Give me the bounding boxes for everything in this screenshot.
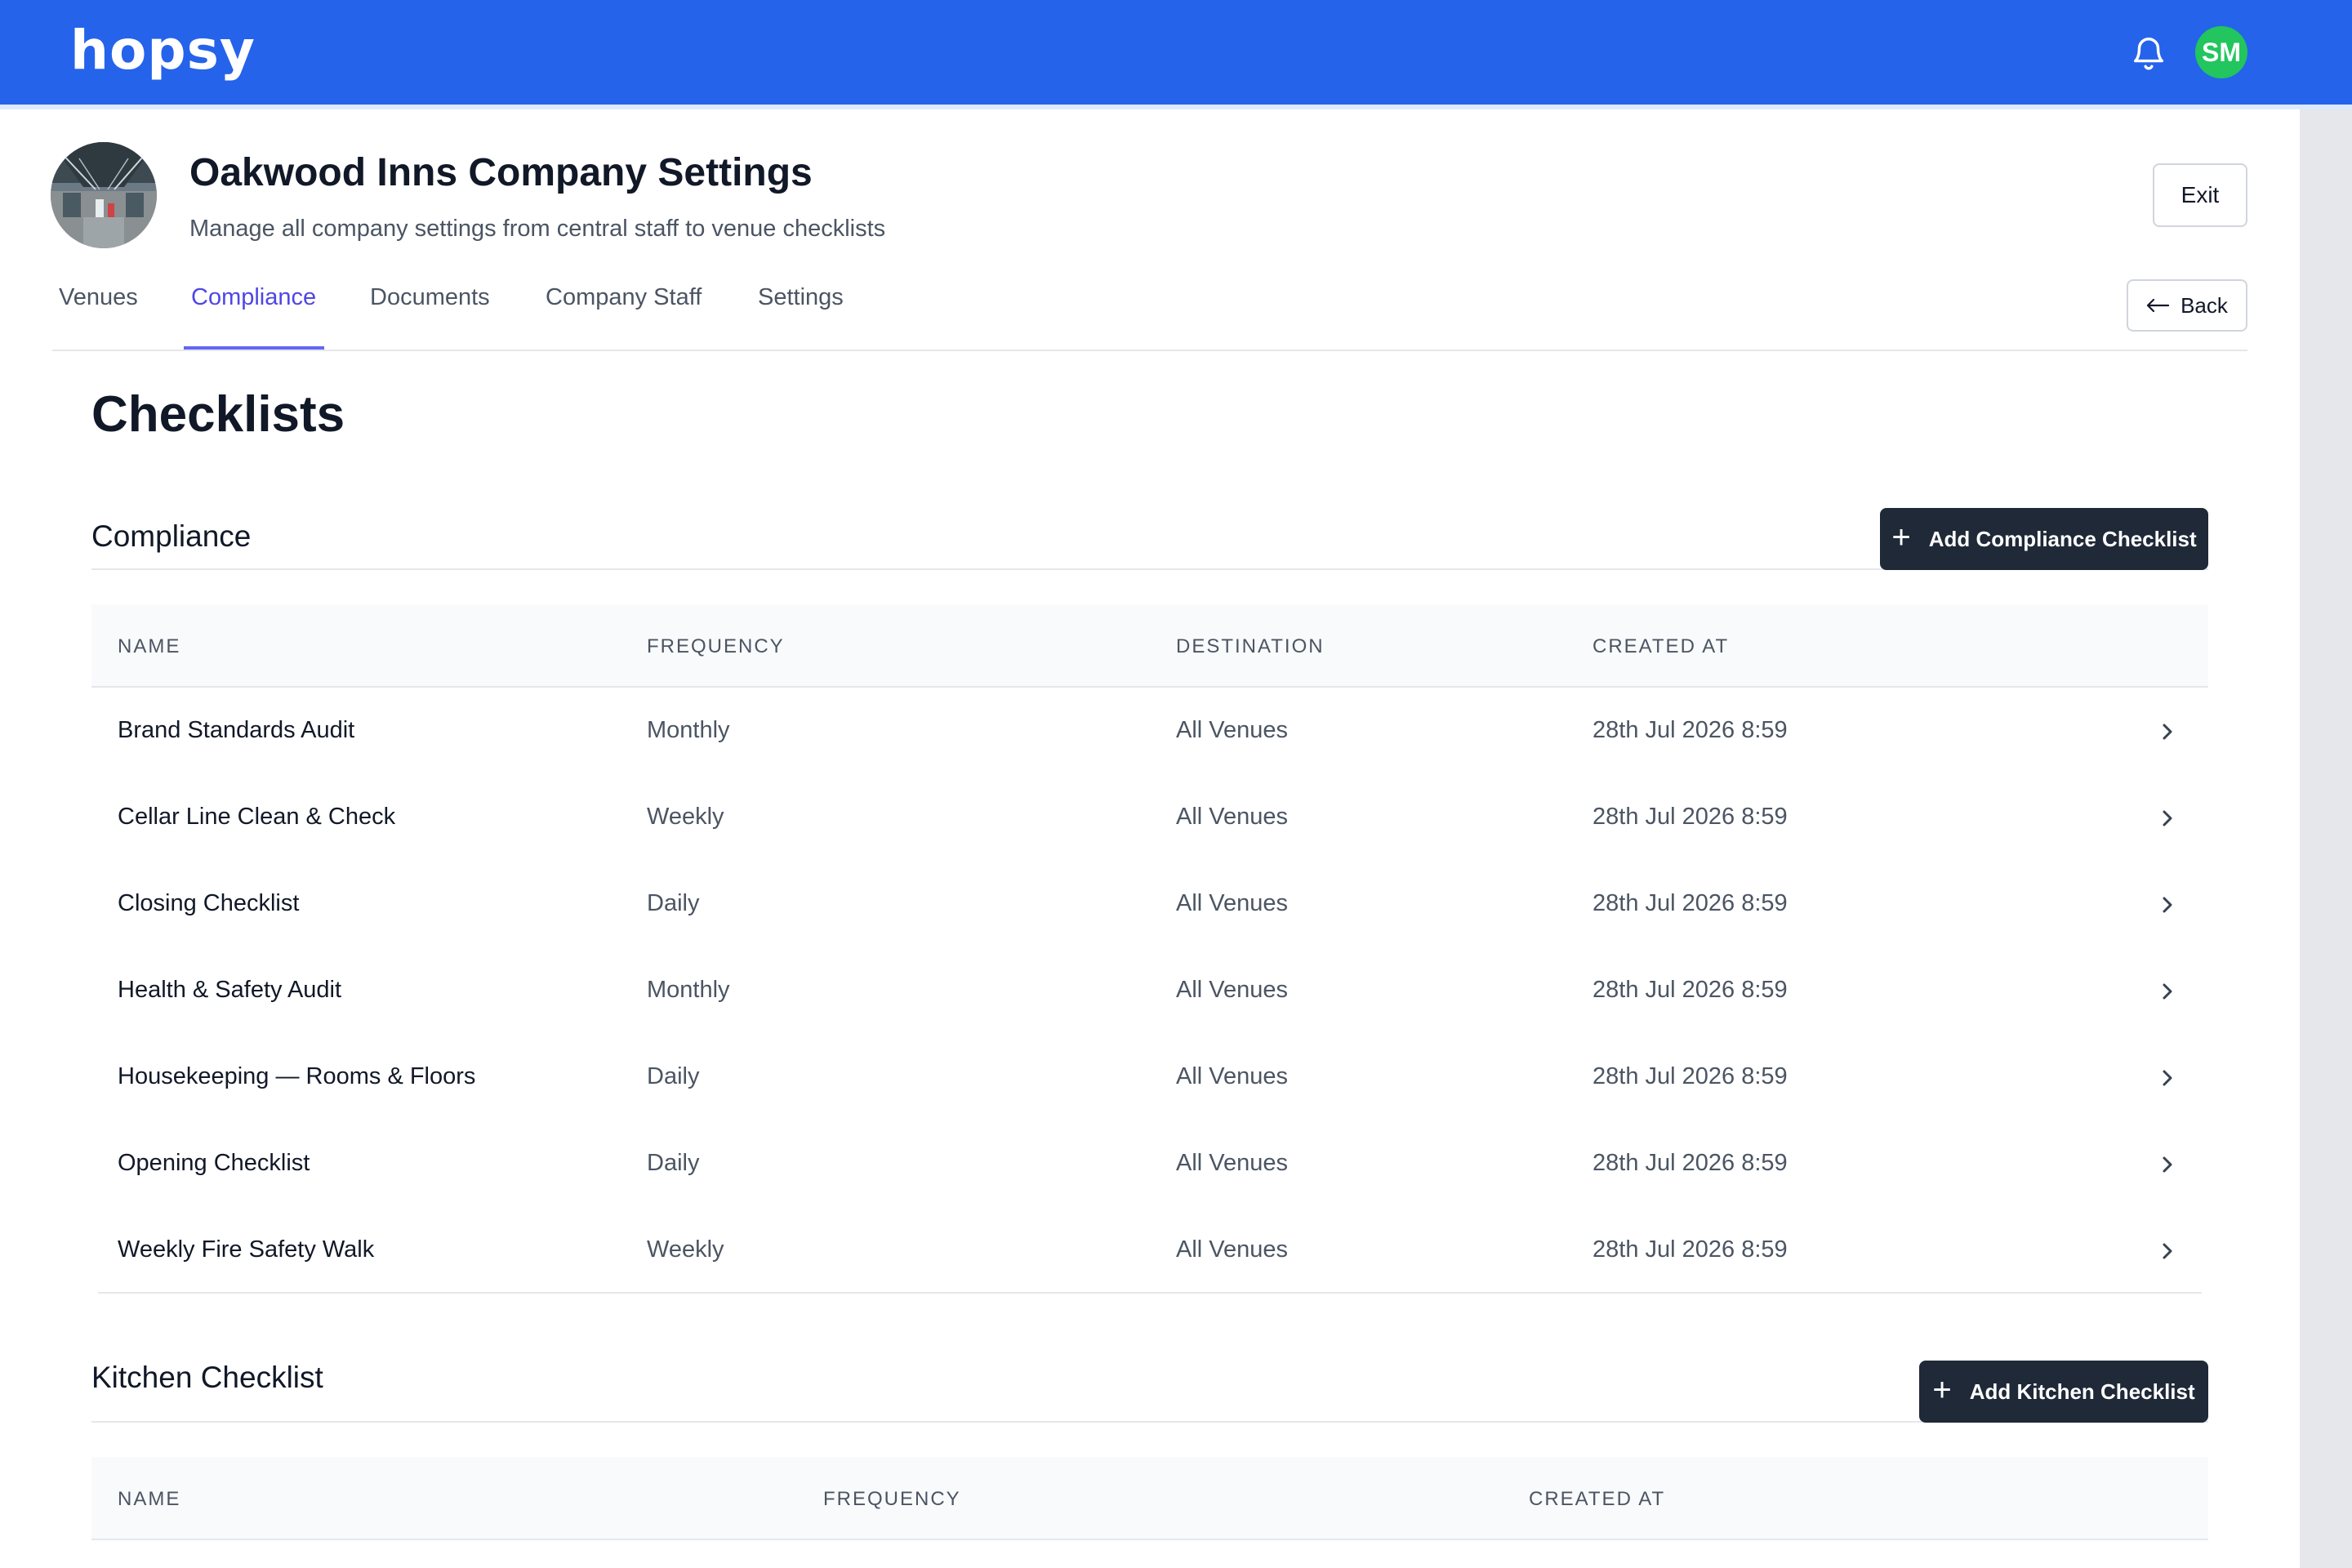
page-title: Checklists [91,386,345,443]
hopsy-logo[interactable]: hopsy [70,18,256,83]
arrow-left-icon [2146,298,2170,313]
add-kitchen-checklist-button[interactable]: + Add Kitchen Checklist [1919,1361,2208,1423]
kitchen-section-divider [91,1421,2208,1423]
chevron-right-icon[interactable] [2158,980,2177,1003]
checklist-frequency: Weekly [647,804,724,830]
column-header-name: NAME [118,1488,181,1510]
checklist-name: Health & Safety Audit [118,977,342,1003]
checklist-name: Brand Standards Audit [118,717,355,743]
table-row[interactable]: Housekeeping — Rooms & Floors Daily All … [91,1034,2208,1120]
checklist-destination: All Venues [1176,1063,1289,1089]
checklist-name: Housekeeping — Rooms & Floors [118,1063,476,1089]
checklist-frequency: Daily [647,1063,700,1089]
column-header-created-at: CREATED AT [1529,1488,1666,1510]
tab-compliance[interactable]: Compliance [191,284,316,350]
kitchen-table-header: NAME FREQUENCY CREATED AT [91,1457,2208,1540]
page-scrollbar[interactable] [2300,109,2352,1568]
checklist-destination: All Venues [1176,977,1289,1003]
checklist-created-at: 28th Jul 2026 8:59 [1592,717,1788,743]
table-row[interactable]: Cellar Line Clean & Check Weekly All Ven… [91,774,2208,861]
tab-venues[interactable]: Venues [59,284,138,350]
checklist-destination: All Venues [1176,1236,1289,1263]
checklist-frequency: Daily [647,1150,700,1176]
chevron-right-icon[interactable] [2158,893,2177,916]
checklist-created-at: 28th Jul 2026 8:59 [1592,804,1788,830]
checklist-destination: All Venues [1176,890,1289,916]
exit-button[interactable]: Exit [2153,163,2247,227]
add-kitchen-checklist-label: Add Kitchen Checklist [1969,1379,2195,1404]
column-header-frequency: FREQUENCY [823,1488,961,1510]
table-row[interactable]: Opening Checklist Daily All Venues 28th … [91,1120,2208,1207]
checklist-created-at: 28th Jul 2026 8:59 [1592,890,1788,916]
checklist-created-at: 28th Jul 2026 8:59 [1592,1150,1788,1176]
chevron-right-icon[interactable] [2158,1153,2177,1176]
compliance-table-header: NAME FREQUENCY DESTINATION CREATED AT [91,604,2208,688]
column-header-name: NAME [118,635,181,657]
company-title: Oakwood Inns Company Settings [189,151,813,194]
exit-button-label: Exit [2180,182,2220,207]
plus-icon: + [1932,1372,1952,1408]
company-subtitle: Manage all company settings from central… [189,216,886,242]
checklist-frequency: Weekly [647,1236,724,1263]
checklist-created-at: 28th Jul 2026 8:59 [1592,1063,1788,1089]
checklist-frequency: Monthly [647,717,730,743]
column-header-destination: DESTINATION [1176,635,1325,657]
checklist-destination: All Venues [1176,804,1289,830]
chevron-right-icon[interactable] [2158,807,2177,830]
tab-settings[interactable]: Settings [758,284,844,350]
checklist-created-at: 28th Jul 2026 8:59 [1592,977,1788,1003]
navbar-accent-strip [0,105,2352,109]
add-compliance-checklist-label: Add Compliance Checklist [1928,526,2197,551]
back-button-label: Back [2180,292,2228,318]
checklist-created-at: 28th Jul 2026 8:59 [1592,1236,1788,1263]
chevron-right-icon[interactable] [2158,1240,2177,1263]
checklist-frequency: Monthly [647,977,730,1003]
compliance-table-bottom-border [98,1292,2202,1294]
company-photo [51,142,157,248]
checklist-frequency: Daily [647,890,700,916]
column-header-frequency: FREQUENCY [647,635,785,657]
chevron-right-icon[interactable] [2158,720,2177,743]
user-avatar[interactable]: SM [2195,26,2247,78]
table-row[interactable]: Weekly Fire Safety Walk Weekly All Venue… [91,1207,2208,1294]
column-header-created-at: CREATED AT [1592,635,1730,657]
checklist-destination: All Venues [1176,1150,1289,1176]
tabs-divider [52,350,2247,351]
kitchen-section-title: Kitchen Checklist [91,1361,323,1394]
tab-company-staff[interactable]: Company Staff [546,284,702,350]
checklist-name: Weekly Fire Safety Walk [118,1236,375,1263]
top-navbar: hopsy SM [0,0,2352,105]
table-row[interactable]: Brand Standards Audit Monthly All Venues… [91,688,2208,774]
table-row[interactable]: Closing Checklist Daily All Venues 28th … [91,861,2208,947]
back-button[interactable]: Back [2127,279,2247,332]
compliance-section-title: Compliance [91,519,252,553]
checklist-name: Closing Checklist [118,890,300,916]
plus-icon: + [1891,519,1911,555]
checklist-name: Opening Checklist [118,1150,310,1176]
chevron-right-icon[interactable] [2158,1067,2177,1089]
checklist-name: Cellar Line Clean & Check [118,804,396,830]
table-row[interactable]: Health & Safety Audit Monthly All Venues… [91,947,2208,1034]
tab-documents[interactable]: Documents [370,284,490,350]
bell-icon[interactable] [2130,33,2167,74]
add-compliance-checklist-button[interactable]: + Add Compliance Checklist [1880,508,2208,570]
checklist-destination: All Venues [1176,717,1289,743]
